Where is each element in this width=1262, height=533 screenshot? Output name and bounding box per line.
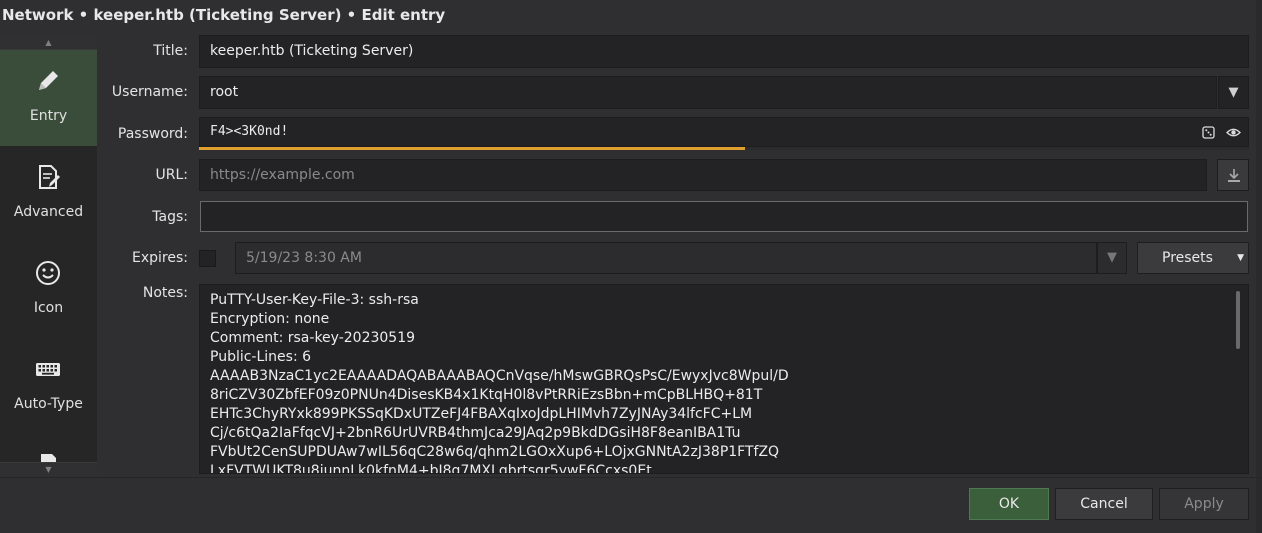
password-value: F4><3K0nd!: [210, 124, 289, 139]
expires-label: Expires:: [132, 250, 188, 266]
triangle-down-icon: ▼: [1107, 250, 1117, 265]
notes-line: LxFVTWUKT8u8junnLk0kfnM4+bJ8g7MXLqbrtsgr…: [210, 463, 652, 474]
sidebar-item-advanced[interactable]: Advanced: [0, 146, 97, 242]
notes-line: PuTTY-User-Key-File-3: ssh-rsa: [210, 292, 419, 308]
notes-textarea[interactable]: PuTTY-User-Key-File-3: ssh-rsa Encryptio…: [199, 284, 1249, 474]
title-value: keeper.htb (Ticketing Server): [210, 43, 414, 59]
notes-content: PuTTY-User-Key-File-3: ssh-rsa Encryptio…: [210, 291, 1230, 474]
expires-dropdown-button[interactable]: ▼: [1097, 242, 1127, 274]
notes-line: FVbUt2CenSUPDUAw7wIL56qC28w6q/qhm2LGOxXu…: [210, 444, 780, 460]
expires-datetime-field[interactable]: 5/19/23 8:30 AM: [235, 242, 1097, 274]
download-icon: [1228, 169, 1240, 182]
notes-line: Cj/c6tQa2IaFfqcVJ+2bnR6UrUVRB4thmJca29JA…: [210, 425, 741, 441]
username-dropdown-button[interactable]: ▼: [1218, 76, 1249, 109]
title-label: Title:: [153, 43, 188, 59]
notes-line: Encryption: none: [210, 311, 330, 327]
sidebar-item-label: Icon: [33, 300, 64, 316]
tags-field[interactable]: [200, 201, 1248, 232]
username-value: root: [210, 84, 239, 100]
username-field[interactable]: root: [199, 76, 1217, 109]
url-field[interactable]: https://example.com: [199, 159, 1207, 191]
keyboard-icon: [36, 363, 60, 376]
notes-scrollbar[interactable]: [1236, 291, 1240, 349]
url-label: URL:: [155, 167, 189, 183]
eye-reveal-icon[interactable]: [1226, 126, 1241, 139]
presets-button[interactable]: Presets ▼: [1137, 242, 1249, 274]
ok-button[interactable]: OK: [969, 488, 1049, 520]
expires-value: 5/19/23 8:30 AM: [246, 250, 362, 266]
notes-line: 8riCZV30ZbfEF09z0PNUn4DisesKB4x1KtqH0l8v…: [210, 387, 763, 403]
password-field[interactable]: F4><3K0nd!: [199, 117, 1249, 147]
password-strength-fill: [199, 147, 745, 150]
window-edge: [1256, 0, 1262, 533]
sidebar-item-label: Auto-Type: [14, 396, 83, 412]
notes-label: Notes:: [142, 285, 188, 301]
triangle-down-icon: ▼: [1228, 85, 1239, 100]
download-favicon-button[interactable]: [1217, 159, 1249, 191]
url-placeholder: https://example.com: [210, 167, 355, 183]
password-label: Password:: [117, 126, 188, 142]
notes-line: AAAAB3NzaC1yc2EAAAADAQABAAABAQCnVqse/hMs…: [210, 368, 789, 384]
notes-line: EHTc3ChyRYxk899PKSSqKDxUTZeFJ4FBAXqIxoJd…: [210, 406, 753, 422]
title-field[interactable]: keeper.htb (Ticketing Server): [199, 35, 1249, 68]
notes-line: Public-Lines: 6: [210, 349, 312, 365]
notes-line: Comment: rsa-key-20230519: [210, 330, 416, 346]
apply-button[interactable]: Apply: [1159, 488, 1249, 520]
window-title: Network • keeper.htb (Ticketing Server) …: [2, 6, 446, 24]
sidebar-item-partial[interactable]: [0, 434, 97, 476]
sidebar-scroll-down-button[interactable]: ▼: [0, 462, 97, 476]
sidebar-item-auto-type[interactable]: Auto-Type: [0, 338, 97, 434]
tags-label: Tags:: [152, 209, 188, 225]
presets-label: Presets: [1162, 250, 1213, 266]
username-label: Username:: [111, 84, 188, 100]
cancel-button[interactable]: Cancel: [1055, 488, 1153, 520]
password-strength-bar: [199, 147, 1249, 150]
sidebar-item-label: Entry: [29, 108, 68, 124]
dice-generator-icon[interactable]: [1202, 126, 1215, 139]
caret-down-icon: ▼: [1237, 253, 1244, 263]
footer-divider: [0, 477, 1262, 478]
expires-checkbox[interactable]: [199, 250, 216, 267]
